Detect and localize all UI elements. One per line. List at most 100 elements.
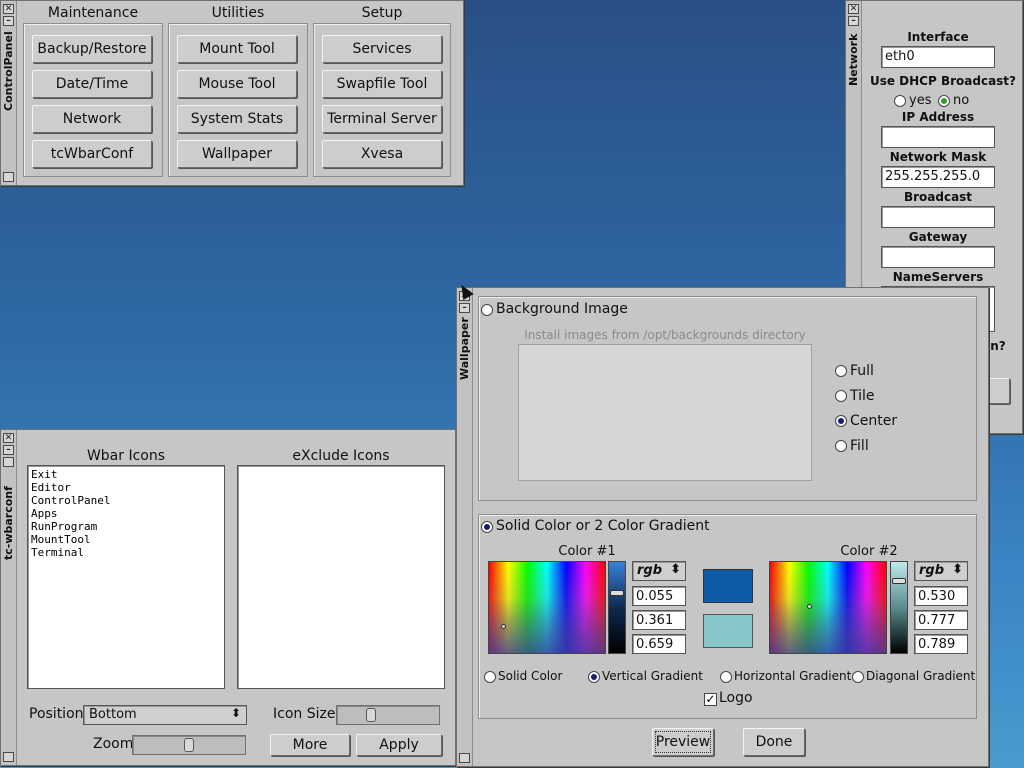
color2-picker[interactable] <box>769 561 887 654</box>
mode-full-radio[interactable] <box>835 365 847 377</box>
services-button[interactable]: Services <box>322 35 442 63</box>
list-item[interactable]: Terminal <box>31 546 221 559</box>
control-panel-titlebar[interactable]: ✕ – ControlPanel <box>1 1 17 185</box>
list-item[interactable]: ControlPanel <box>31 494 221 507</box>
color1-mode: rgb <box>637 563 663 578</box>
list-item[interactable]: Editor <box>31 481 221 494</box>
horizontal-gradient-radio[interactable] <box>720 671 732 683</box>
color1-g-field[interactable]: 0.361 <box>632 610 686 630</box>
mode-tile-label: Tile <box>850 388 875 404</box>
wallpaper-button[interactable]: Wallpaper <box>177 140 297 168</box>
color1-mode-select[interactable]: rgb ⬍ <box>632 561 686 581</box>
broadcast-field[interactable] <box>881 206 995 228</box>
color1-marker[interactable] <box>501 624 506 629</box>
exclude-icons-list[interactable] <box>237 465 445 689</box>
color2-mode-select[interactable]: rgb ⬍ <box>914 561 968 581</box>
dhcp-no-label: no <box>953 93 970 108</box>
shade-icon[interactable] <box>3 752 14 762</box>
exclude-icons-label: eXclude Icons <box>292 448 390 464</box>
list-item[interactable]: Apps <box>31 507 221 520</box>
position-label: Position <box>29 706 84 722</box>
ip-address-field[interactable] <box>881 126 995 148</box>
wallpaper-titlebar[interactable]: ✕ – Wallpaper <box>457 288 473 766</box>
wbar-icons-label: Wbar Icons <box>86 448 166 464</box>
nameservers-label: NameServers <box>892 270 984 284</box>
list-item[interactable]: Exit <box>31 468 221 481</box>
swapfile-tool-button[interactable]: Swapfile Tool <box>322 70 442 98</box>
network-button[interactable]: Network <box>32 105 152 133</box>
diagonal-gradient-radio[interactable] <box>852 671 864 683</box>
icon-size-slider[interactable] <box>336 705 440 725</box>
color1-r-field[interactable]: 0.055 <box>632 586 686 606</box>
background-image-radio[interactable] <box>481 304 493 316</box>
color1-value-slider[interactable] <box>608 561 626 654</box>
diagonal-gradient-label: Diagonal Gradient <box>866 669 976 683</box>
color1-swatch[interactable] <box>703 569 753 603</box>
slider-thumb[interactable] <box>610 590 624 596</box>
slider-thumb[interactable] <box>366 708 376 722</box>
color2-marker[interactable] <box>807 604 812 609</box>
gateway-field[interactable] <box>881 246 995 268</box>
dhcp-no-radio[interactable] <box>938 95 950 107</box>
network-mask-field[interactable]: 255.255.255.0 <box>881 166 995 188</box>
mode-fill-radio[interactable] <box>835 440 847 452</box>
slider-thumb[interactable] <box>184 738 194 752</box>
gateway-label: Gateway <box>908 230 968 244</box>
color2-g-field[interactable]: 0.777 <box>914 610 968 630</box>
date-time-button[interactable]: Date/Time <box>32 70 152 98</box>
color2-value-slider[interactable] <box>890 561 908 654</box>
logo-checkbox[interactable]: ✓ <box>704 693 717 706</box>
interface-label: Interface <box>907 30 969 44</box>
window-title: ControlPanel <box>2 31 15 111</box>
interface-field[interactable]: eth0 <box>881 46 995 68</box>
preview-button[interactable]: Preview <box>652 728 714 756</box>
network-apply-button[interactable] <box>986 378 1010 404</box>
shade-icon[interactable] <box>3 172 14 182</box>
shade-icon[interactable] <box>459 753 470 763</box>
color2-b-field[interactable]: 0.789 <box>914 634 968 654</box>
more-button[interactable]: More <box>270 734 350 756</box>
color1-b-field[interactable]: 0.659 <box>632 634 686 654</box>
solid-color-type-radio[interactable] <box>484 671 496 683</box>
list-item[interactable]: RunProgram <box>31 520 221 533</box>
tcwbarconf-button[interactable]: tcWbarConf <box>32 140 152 168</box>
wbar-icons-list[interactable]: Exit Editor ControlPanel Apps RunProgram… <box>27 465 225 689</box>
wallpaper-window: ✕ – Wallpaper Background Image Install i… <box>456 287 989 767</box>
minimize-icon[interactable]: – <box>848 16 859 26</box>
color2-r-field[interactable]: 0.530 <box>914 586 968 606</box>
mount-tool-button[interactable]: Mount Tool <box>177 35 297 63</box>
terminal-server-button[interactable]: Terminal Server <box>322 105 442 133</box>
done-button[interactable]: Done <box>743 728 805 756</box>
vertical-gradient-radio[interactable] <box>588 671 600 683</box>
color2-label: Color #2 <box>840 544 898 559</box>
backup-restore-button[interactable]: Backup/Restore <box>32 35 152 63</box>
color1-picker[interactable] <box>488 561 606 654</box>
apply-button[interactable]: Apply <box>356 734 442 756</box>
maximize-icon[interactable] <box>3 457 14 467</box>
minimize-icon[interactable]: – <box>3 16 14 26</box>
color2-swatch[interactable] <box>703 614 753 648</box>
dhcp-yes-radio[interactable] <box>894 95 906 107</box>
position-select[interactable]: Bottom ⬍ <box>83 705 247 725</box>
system-stats-button[interactable]: System Stats <box>177 105 297 133</box>
mode-full-label: Full <box>850 363 874 379</box>
close-icon[interactable]: ✕ <box>3 4 14 14</box>
group-label-setup: Setup <box>361 5 403 21</box>
mode-center-label: Center <box>850 413 898 429</box>
solid-color-radio[interactable] <box>481 521 493 533</box>
slider-thumb[interactable] <box>892 578 906 584</box>
minimize-icon[interactable]: – <box>3 445 14 455</box>
minimize-icon[interactable]: – <box>459 303 470 313</box>
mode-tile-radio[interactable] <box>835 390 847 402</box>
close-icon[interactable]: ✕ <box>848 4 859 14</box>
background-image-label: Background Image <box>496 301 628 317</box>
wbarconf-titlebar[interactable]: ✕ – tc-wbarconf <box>1 430 17 765</box>
color1-label: Color #1 <box>558 544 616 559</box>
mouse-tool-button[interactable]: Mouse Tool <box>177 70 297 98</box>
close-icon[interactable]: ✕ <box>3 433 14 443</box>
zoom-slider[interactable] <box>132 735 246 755</box>
image-preview-area[interactable] <box>518 344 812 481</box>
mode-center-radio[interactable] <box>835 415 847 427</box>
xvesa-button[interactable]: Xvesa <box>322 140 442 168</box>
list-item[interactable]: MountTool <box>31 533 221 546</box>
